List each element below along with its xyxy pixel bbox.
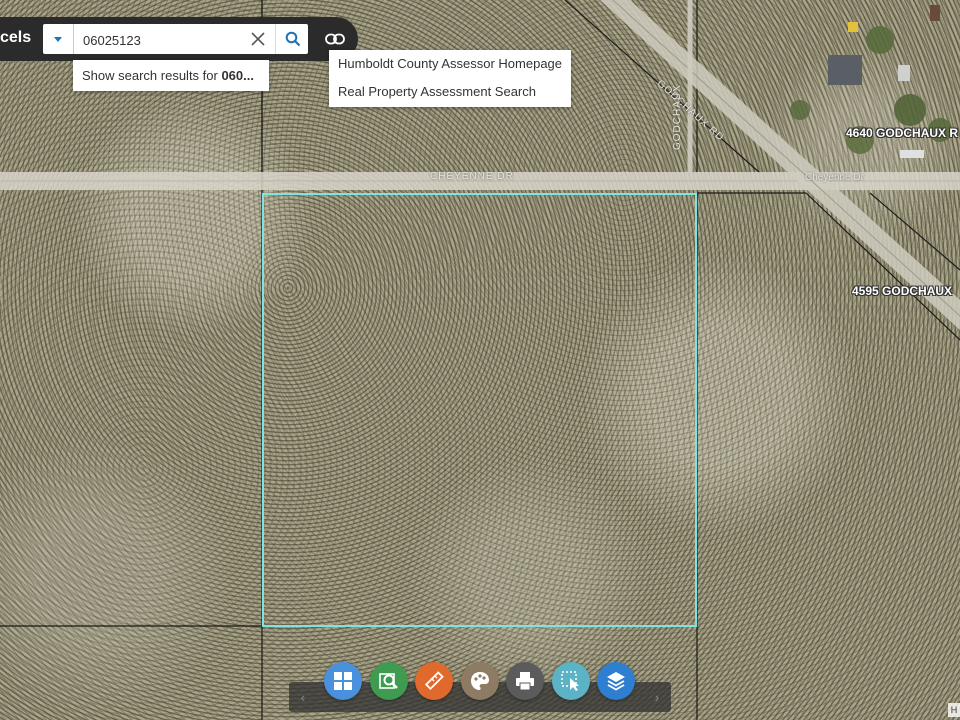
close-icon [251,32,265,46]
grid-icon [334,672,352,690]
selected-parcel-outline[interactable] [262,193,697,627]
palette-icon [471,672,489,690]
ruler-icon [424,671,444,691]
links-menu: Humboldt County Assessor Homepage Real P… [329,50,571,107]
caret-down-icon [54,36,62,42]
search-source-dropdown[interactable] [43,24,74,54]
address-label-4640: 4640 GODCHAUX R [846,126,959,140]
search-box [43,24,308,54]
print-button[interactable] [506,662,544,700]
suggestion-prefix: Show search results for [82,68,222,83]
toolbar-prev-button[interactable]: ‹ [295,688,311,706]
search-button[interactable] [275,24,309,54]
map-search-icon [379,673,398,689]
measurement-button[interactable] [415,662,453,700]
suggestion-term: 060... [221,68,254,83]
link-icon [325,33,345,45]
building [828,55,862,85]
draw-button[interactable] [461,662,499,700]
map-view[interactable]: CHEYENNE DR Cheyenne Dr GODCHAUX RD GODC… [0,0,960,720]
select-icon [561,671,579,691]
address-label-4595: 4595 GODCHAUX [852,284,953,298]
clear-search-button[interactable] [247,28,269,50]
widget-title: cels [0,29,32,46]
layer-list-button[interactable] [597,662,635,700]
search-icon [285,31,300,47]
attribution-button[interactable]: H [948,703,960,717]
link-assessor-homepage[interactable]: Humboldt County Assessor Homepage [338,56,562,71]
search-widget: cels [0,17,358,61]
layers-icon [607,672,625,691]
road-label-cheyenne-dr: CHEYENNE DR [430,171,514,182]
search-suggestion[interactable]: Show search results for 060... [73,60,269,91]
toolbar-next-button[interactable]: › [649,688,665,706]
links-button[interactable] [322,28,348,50]
printer-icon [516,672,534,691]
road-label-cheyenne-dr-east: Cheyenne Dr [805,172,864,183]
search-input[interactable] [81,28,245,52]
query-button[interactable] [370,662,408,700]
chevron-left-icon: ‹ [300,689,306,705]
select-button[interactable] [552,662,590,700]
road-label-side-road: GODCHAUX [672,84,683,150]
chevron-right-icon: › [654,689,660,705]
basemap-gallery-button[interactable] [324,662,362,700]
link-real-property-search[interactable]: Real Property Assessment Search [338,84,536,99]
